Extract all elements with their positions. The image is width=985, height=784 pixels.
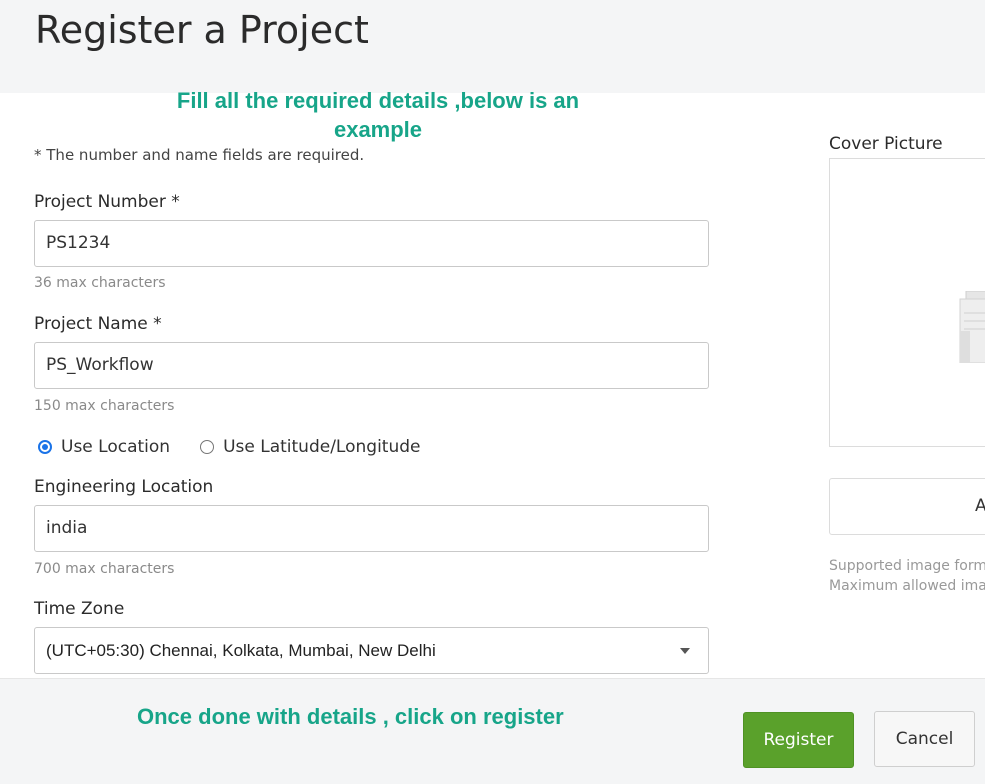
building-icon [959, 291, 985, 363]
location-mode-radio-group: Use Location Use Latitude/Longitude [38, 435, 451, 459]
image-support-info: Supported image form Maximum allowed ima [829, 556, 985, 596]
project-name-label: Project Name * [34, 314, 162, 334]
project-number-label: Project Number * [34, 192, 180, 212]
page-header: Register a Project [0, 0, 985, 93]
supported-formats-text: Supported image form [829, 558, 985, 574]
instruction-annotation-bottom: Once done with details , click on regist… [137, 704, 564, 729]
required-fields-note: * The number and name fields are require… [34, 146, 365, 164]
cancel-button[interactable]: Cancel [874, 711, 975, 767]
time-zone-label: Time Zone [34, 599, 125, 619]
page-title: Register a Project [35, 8, 369, 52]
engineering-location-input[interactable]: india [34, 505, 709, 552]
project-name-hint: 150 max characters [34, 398, 175, 414]
project-number-input[interactable]: PS1234 [34, 220, 709, 267]
use-location-option[interactable]: Use Location [38, 437, 170, 457]
use-lat-long-radio[interactable] [200, 440, 215, 454]
chevron-down-icon [680, 648, 690, 654]
use-location-radio[interactable] [38, 440, 52, 454]
add-cover-picture-button[interactable]: A [829, 478, 985, 535]
use-lat-long-option[interactable]: Use Latitude/Longitude [200, 437, 421, 457]
project-number-hint: 36 max characters [34, 275, 166, 291]
use-lat-long-label: Use Latitude/Longitude [223, 437, 421, 457]
project-name-input[interactable]: PS_Workflow [34, 342, 709, 389]
use-location-label: Use Location [61, 437, 171, 457]
instruction-annotation-top: Fill all the required details ,below is … [176, 88, 580, 142]
register-button[interactable]: Register [743, 712, 854, 768]
engineering-location-hint: 700 max characters [34, 561, 175, 577]
time-zone-value: (UTC+05:30) Chennai, Kolkata, Mumbai, Ne… [46, 641, 436, 660]
engineering-location-label: Engineering Location [34, 477, 214, 497]
cover-picture-label: Cover Picture [829, 134, 943, 154]
max-size-text: Maximum allowed ima [829, 578, 985, 594]
time-zone-select[interactable]: (UTC+05:30) Chennai, Kolkata, Mumbai, Ne… [34, 627, 709, 674]
